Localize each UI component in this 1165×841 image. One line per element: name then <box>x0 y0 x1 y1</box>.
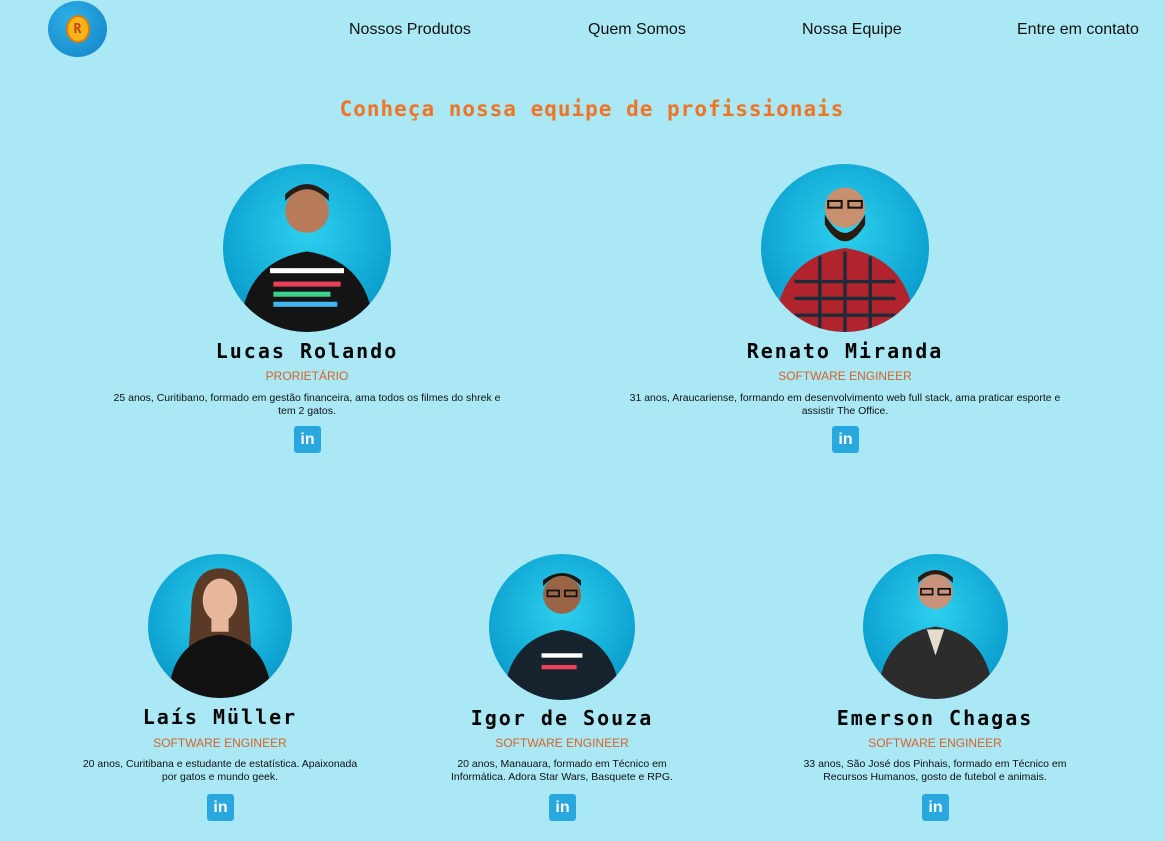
person-avatar-icon <box>877 569 994 699</box>
person-avatar-icon <box>503 572 621 700</box>
person-avatar-icon <box>168 568 272 698</box>
member-photo <box>223 164 391 332</box>
member-photo <box>148 554 292 698</box>
member-photo <box>863 554 1008 699</box>
person-avatar-icon <box>239 184 375 332</box>
member-bio: 25 anos, Curitibano, formado em gestão f… <box>113 392 501 417</box>
logo[interactable]: R <box>48 1 107 57</box>
coin-logo-icon: R <box>65 15 90 43</box>
member-role: SOFTWARE ENGINEER <box>153 736 287 750</box>
linkedin-icon[interactable]: in <box>294 426 321 453</box>
member-role: SOFTWARE ENGINEER <box>778 369 912 383</box>
linkedin-icon[interactable]: in <box>549 794 576 821</box>
nav-link-entre-em-contato[interactable]: Entre em contato <box>1017 21 1139 39</box>
linkedin-icon[interactable]: in <box>922 794 949 821</box>
nav-link-quem-somos[interactable]: Quem Somos <box>588 21 686 39</box>
member-role: SOFTWARE ENGINEER <box>495 736 629 750</box>
team-member-card: Igor de Souza SOFTWARE ENGINEER 20 anos,… <box>432 554 692 834</box>
member-name: Emerson Chagas <box>836 706 1034 730</box>
team-member-card: Lucas Rolando PRORIETÁRIO 25 anos, Curit… <box>107 164 507 464</box>
member-bio: 20 anos, Curitibana e estudante de estat… <box>82 758 358 783</box>
linkedin-icon[interactable]: in <box>207 794 234 821</box>
member-bio: 20 anos, Manauara, formado em Técnico em… <box>451 758 673 783</box>
member-name: Lucas Rolando <box>215 339 399 363</box>
member-photo <box>761 164 929 332</box>
team-member-card: Emerson Chagas SOFTWARE ENGINEER 33 anos… <box>800 554 1070 834</box>
member-name: Laís Müller <box>142 705 298 729</box>
nav-link-nossa-equipe[interactable]: Nossa Equipe <box>802 21 902 39</box>
member-bio: 33 anos, São José dos Pinhais, formado e… <box>803 758 1067 783</box>
team-member-card: Renato Miranda SOFTWARE ENGINEER 31 anos… <box>620 164 1070 464</box>
page-title: Conheça nossa equipe de profissionais <box>339 97 845 121</box>
linkedin-icon[interactable]: in <box>832 426 859 453</box>
member-role: PRORIETÁRIO <box>265 369 349 383</box>
team-member-card: Laís Müller SOFTWARE ENGINEER 20 anos, C… <box>80 554 360 834</box>
nav-link-nossos-produtos[interactable]: Nossos Produtos <box>349 21 471 39</box>
member-name: Igor de Souza <box>470 706 654 730</box>
member-photo <box>489 554 635 700</box>
member-role: SOFTWARE ENGINEER <box>868 736 1002 750</box>
person-avatar-icon <box>774 187 916 332</box>
member-bio: 31 anos, Araucariense, formando em desen… <box>629 392 1061 417</box>
member-name: Renato Miranda <box>746 339 944 363</box>
